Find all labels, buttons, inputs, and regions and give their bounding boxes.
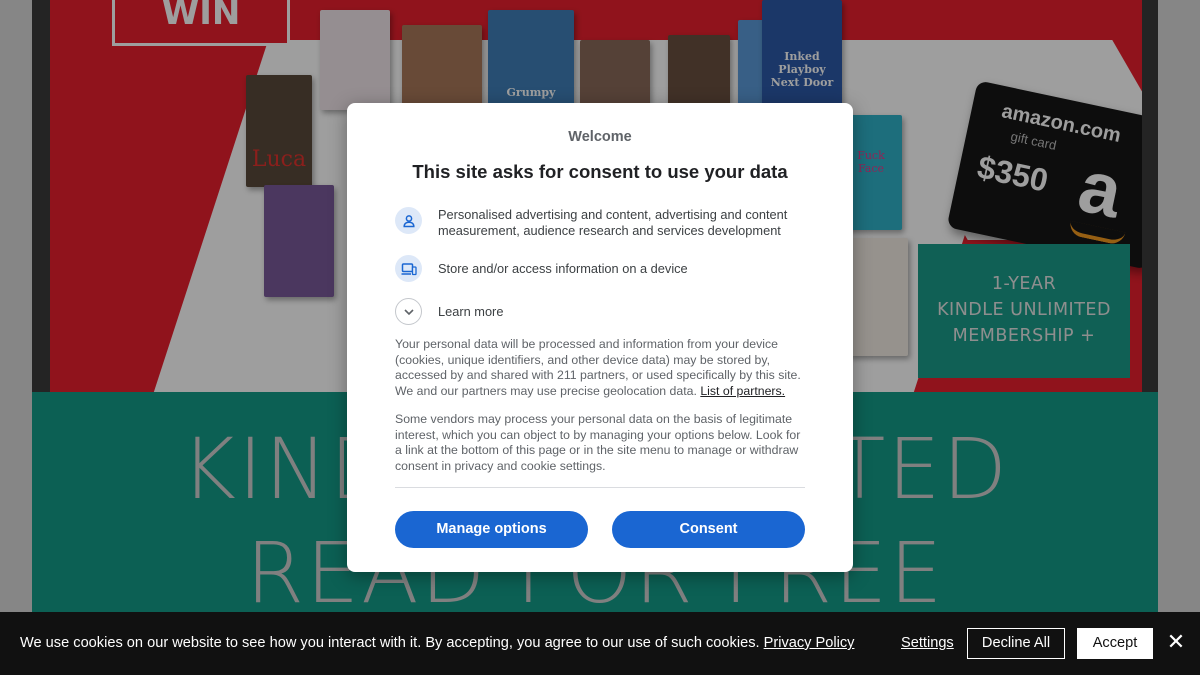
purpose-text: Store and/or access information on a dev…	[438, 261, 688, 276]
cookie-text: We use cookies on our website to see how…	[20, 635, 855, 651]
legitimate-interest-paragraph: Some vendors may process your personal d…	[395, 412, 801, 473]
decline-all-button[interactable]: Decline All	[967, 628, 1065, 659]
chevron-down-icon[interactable]	[395, 298, 422, 325]
dialog-title: This site asks for consent to use your d…	[412, 161, 788, 182]
dialog-welcome: Welcome	[568, 129, 632, 145]
person-icon	[395, 207, 422, 234]
purpose-text: Personalised advertising and content, ad…	[438, 207, 788, 238]
learn-more-label[interactable]: Learn more	[438, 304, 813, 320]
device-icon	[395, 255, 422, 282]
data-processing-paragraph: Your personal data will be processed and…	[395, 337, 801, 398]
manage-options-button[interactable]: Manage options	[395, 511, 588, 548]
consent-button[interactable]: Consent	[612, 511, 805, 548]
cookie-settings-link[interactable]: Settings	[901, 635, 954, 651]
list-of-partners-link[interactable]: List of partners.	[700, 384, 785, 398]
dialog-divider	[395, 487, 805, 488]
consent-dialog: Welcome This site asks for consent to us…	[347, 103, 853, 572]
cookie-bar: We use cookies on our website to see how…	[0, 612, 1200, 675]
close-icon[interactable]: ✕	[1166, 630, 1186, 654]
accept-button[interactable]: Accept	[1077, 628, 1153, 659]
privacy-policy-link[interactable]: Privacy Policy	[764, 635, 855, 651]
